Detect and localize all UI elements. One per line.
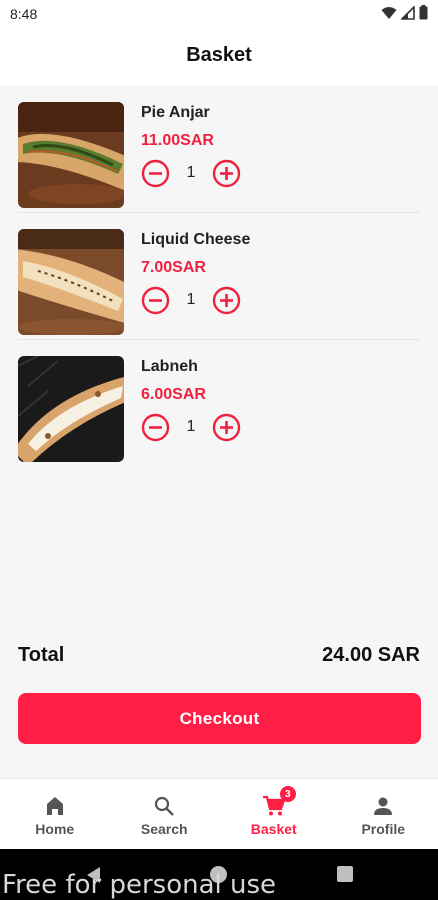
basket-item: Labneh 6.00SAR 1 <box>0 340 438 466</box>
total-row: Total 24.00 SAR <box>18 640 420 670</box>
wifi-icon <box>381 6 397 25</box>
cart-icon: 3 <box>262 786 296 818</box>
quantity-stepper: 1 <box>141 412 241 442</box>
home-icon <box>43 794 67 818</box>
minus-circle-icon <box>141 413 170 441</box>
plus-circle-icon <box>212 286 241 314</box>
item-price: 6.00SAR <box>141 386 206 403</box>
nav-item-basket[interactable]: 3 Basket <box>219 779 329 849</box>
item-name: Pie Anjar <box>141 104 210 121</box>
basket-item: Liquid Cheese 7.00SAR 1 <box>0 213 438 340</box>
search-icon <box>152 794 176 818</box>
item-price: 11.00SAR <box>141 132 214 149</box>
decrease-quantity-button[interactable] <box>141 286 170 315</box>
item-name: Labneh <box>141 358 198 375</box>
battery-icon <box>419 5 428 25</box>
basket-item: Pie Anjar 11.00SAR 1 <box>0 86 438 213</box>
status-icons <box>381 4 428 25</box>
nav-item-search[interactable]: Search <box>110 779 220 849</box>
recent-apps-icon[interactable] <box>337 866 353 882</box>
status-bar: 8:48 <box>0 0 438 28</box>
labneh-image <box>18 356 124 462</box>
status-time: 8:48 <box>10 6 38 22</box>
pie-anjar-image <box>18 102 124 208</box>
nav-item-profile[interactable]: Profile <box>329 779 438 849</box>
minus-circle-icon <box>141 286 170 314</box>
item-price: 7.00SAR <box>141 259 206 276</box>
header: Basket <box>0 28 438 86</box>
quantity-value: 1 <box>186 291 196 308</box>
quantity-value: 1 <box>186 164 196 181</box>
decrease-quantity-button[interactable] <box>141 413 170 442</box>
quantity-stepper: 1 <box>141 285 241 315</box>
plus-circle-icon <box>212 159 241 187</box>
nav-label: Home <box>35 821 75 837</box>
increase-quantity-button[interactable] <box>212 413 241 442</box>
minus-circle-icon <box>141 159 170 187</box>
total-value: 24.00 SAR <box>322 644 420 666</box>
increase-quantity-button[interactable] <box>212 159 241 188</box>
quantity-stepper: 1 <box>141 158 241 188</box>
person-icon <box>371 794 395 818</box>
quantity-value: 1 <box>186 418 196 435</box>
nav-label: Profile <box>361 821 406 837</box>
cart-count-badge: 3 <box>279 786 296 802</box>
nav-item-home[interactable]: Home <box>0 779 110 849</box>
nav-label: Search <box>140 821 188 837</box>
signal-icon <box>400 4 415 25</box>
decrease-quantity-button[interactable] <box>141 159 170 188</box>
nav-label: Basket <box>250 821 297 837</box>
page-title: Basket <box>186 44 252 66</box>
bottom-nav: Home Search 3 Basket Profile <box>0 778 438 849</box>
checkout-button[interactable]: Checkout <box>18 693 421 744</box>
total-label: Total <box>18 644 65 666</box>
liquid-cheese-image <box>18 229 124 335</box>
watermark: Free for personal use <box>2 870 277 900</box>
increase-quantity-button[interactable] <box>212 286 241 315</box>
plus-circle-icon <box>212 413 241 441</box>
item-name: Liquid Cheese <box>141 231 251 248</box>
